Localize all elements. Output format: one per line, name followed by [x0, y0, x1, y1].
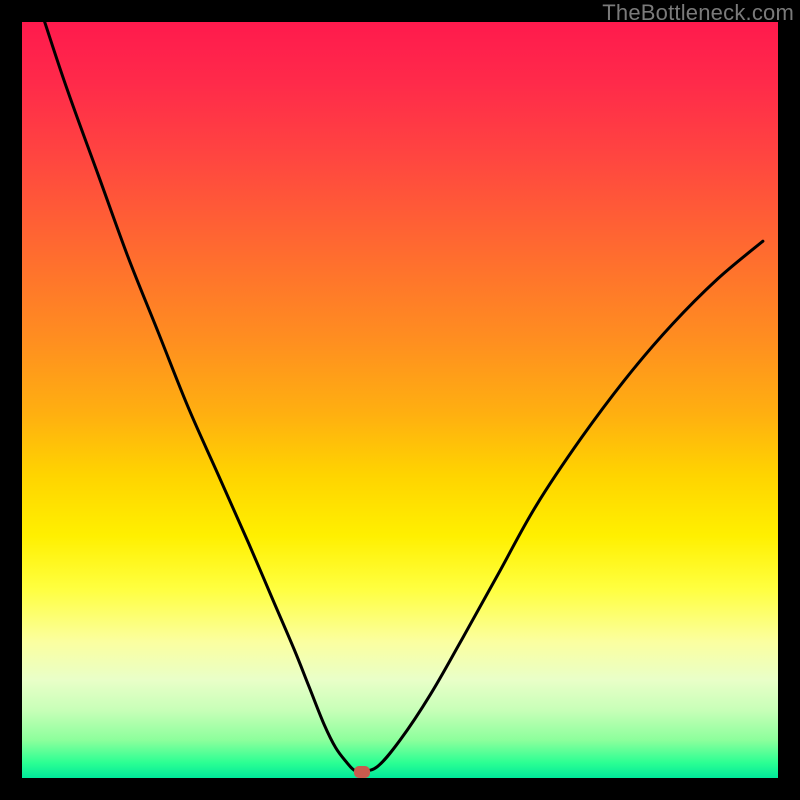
bottleneck-curve: [22, 22, 778, 778]
watermark-text: TheBottleneck.com: [602, 0, 794, 26]
chart-frame: TheBottleneck.com: [0, 0, 800, 800]
plot-area: [22, 22, 778, 778]
optimal-point-marker: [354, 766, 370, 778]
